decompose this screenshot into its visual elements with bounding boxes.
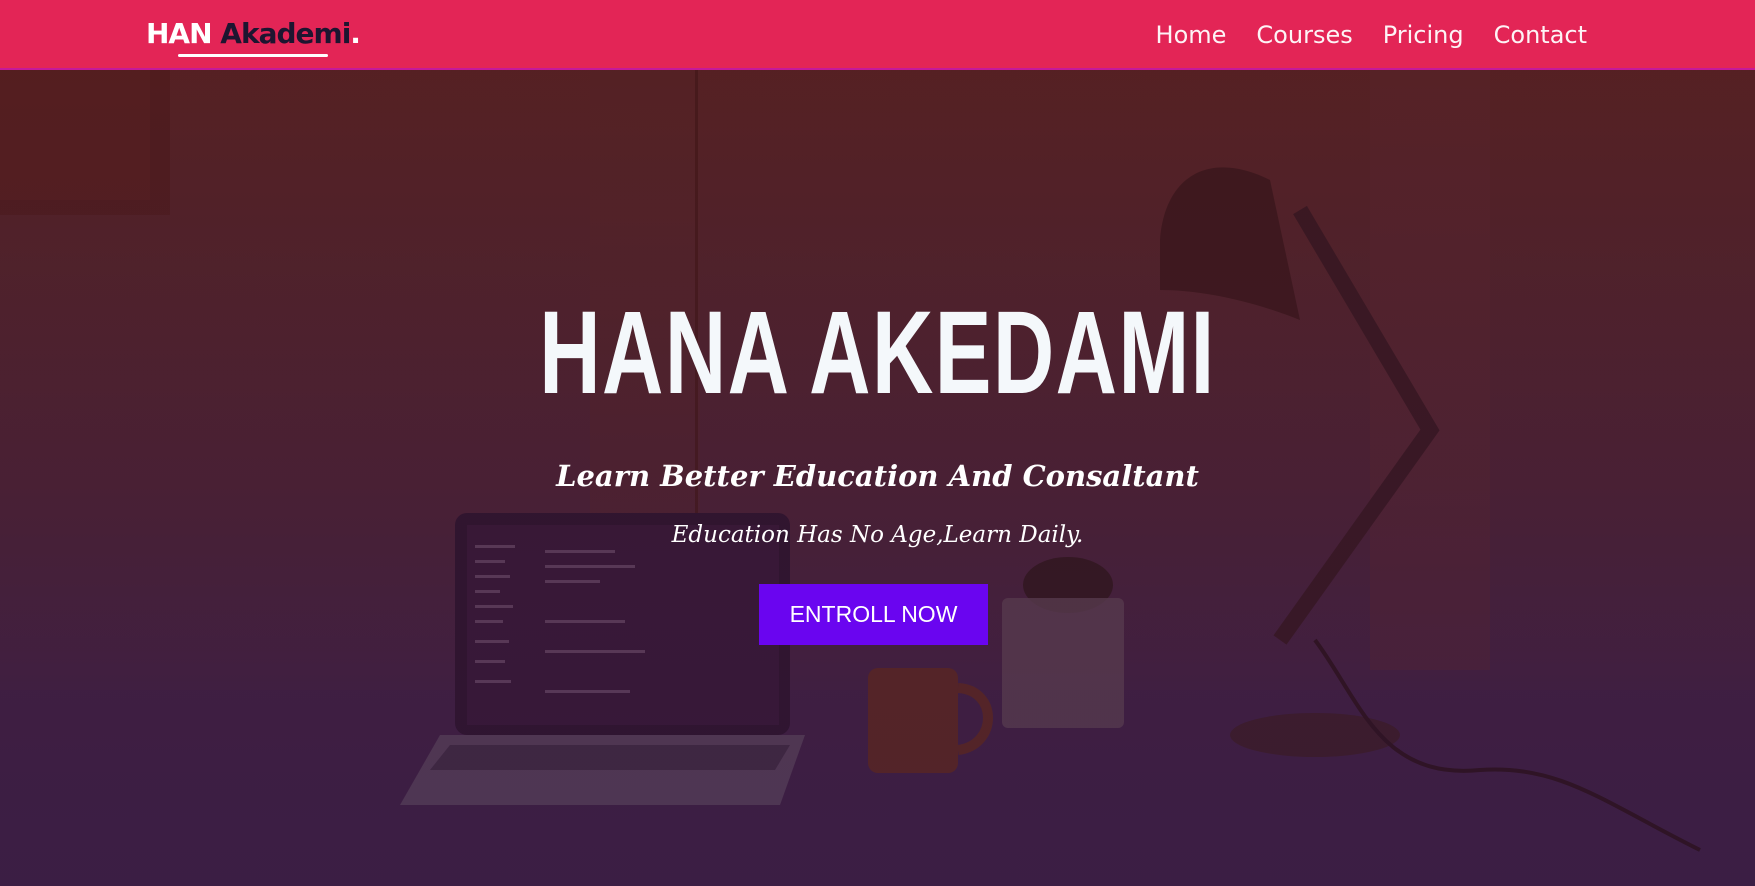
hero-subtitle: Learn Better Education And Consaltant <box>556 459 1199 493</box>
landing-page: HAN Akademi. Home Courses Pricing Contac… <box>0 0 1755 886</box>
hero-section: HANA AKEDAMI Learn Better Education And … <box>0 0 1755 886</box>
enroll-now-button[interactable]: ENTROLL NOW <box>759 584 988 645</box>
hero-title: HANA AKEDAMI <box>539 287 1216 419</box>
hero-tagline: Education Has No Age,Learn Daily. <box>671 522 1084 548</box>
